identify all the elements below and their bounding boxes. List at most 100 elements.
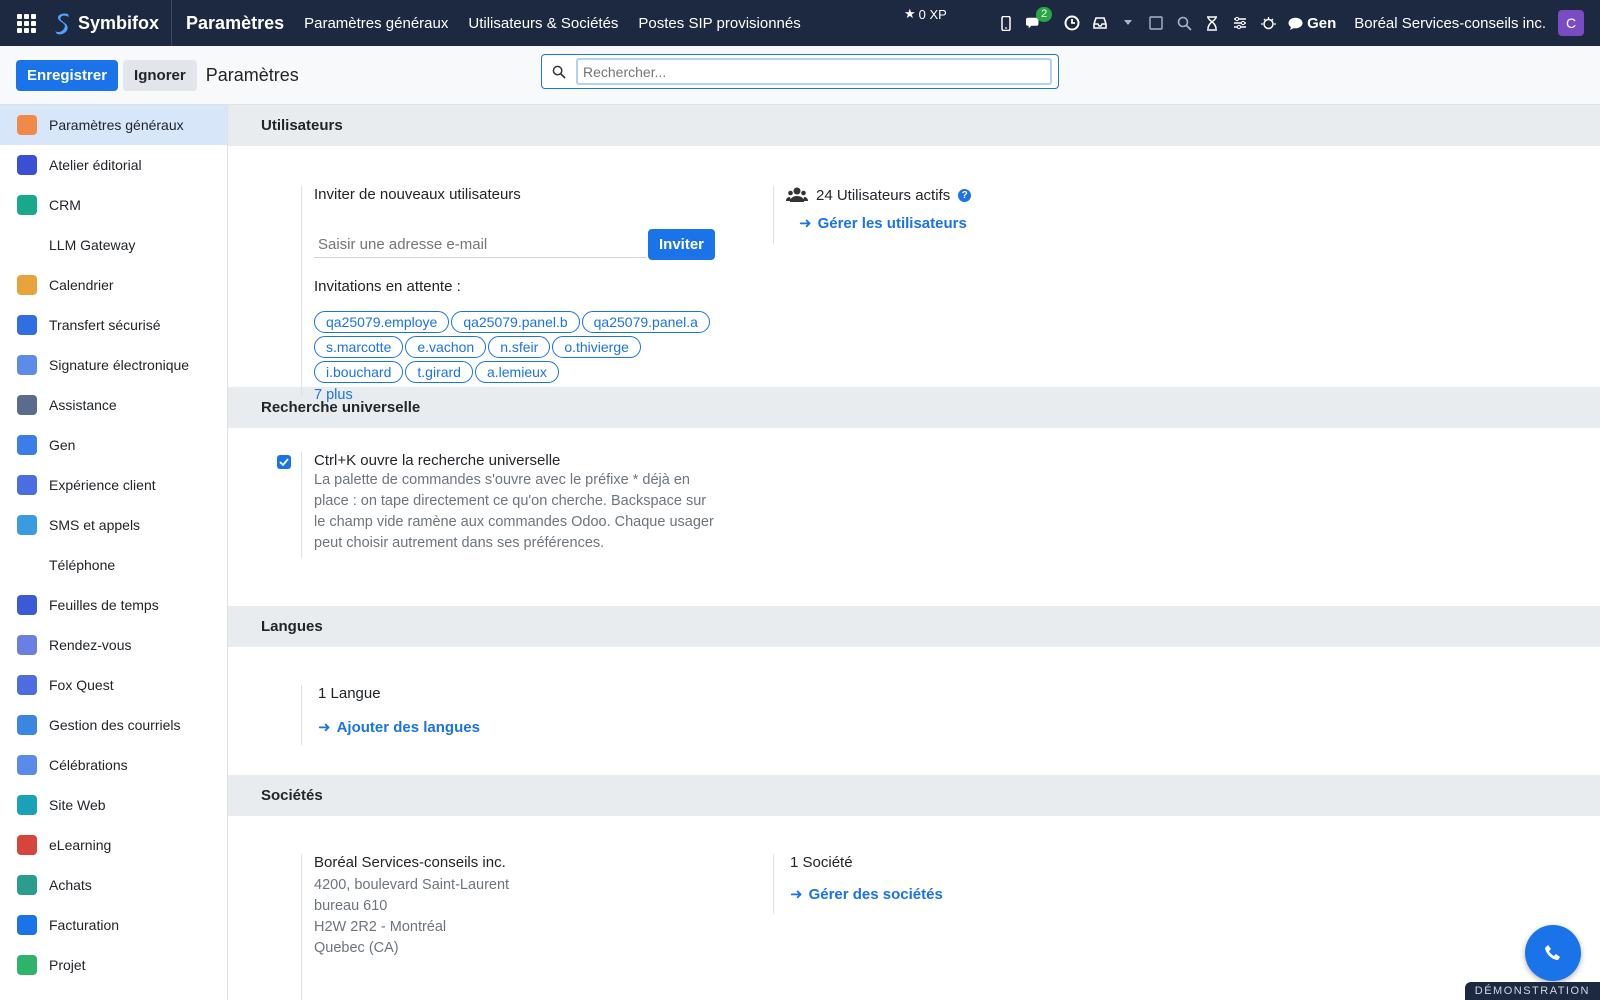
address-line: H2W 2R2 - Montréal <box>314 919 447 935</box>
timesheet-icon <box>17 595 37 615</box>
add-languages-label: Ajouter des langues <box>336 718 480 736</box>
invitation-tag[interactable]: n.sfeir <box>488 336 551 358</box>
xp-value: 0 XP <box>918 6 947 22</box>
users-icon <box>786 187 808 202</box>
sidebar-item-0[interactable]: Paramètres généraux <box>0 105 227 145</box>
sidebar-item-label: Téléphone <box>49 557 116 573</box>
sidebar-item-2[interactable]: CRM <box>0 185 227 225</box>
sidebar-item-6[interactable]: Signature électronique <box>0 345 227 385</box>
sidebar-item-20[interactable]: Facturation <box>0 905 227 945</box>
universal-search-description: La palette de commandes s'ouvre avec le … <box>314 472 714 551</box>
arrow-right-icon: ➜ <box>790 886 803 903</box>
active-users-count: 24 Utilisateurs actifs <box>816 186 951 204</box>
appointment-icon <box>17 635 37 655</box>
invitation-tag[interactable]: qa25079.panel.b <box>451 311 580 333</box>
universal-search-block: Ctrl+K ouvre la recherche universelle La… <box>301 452 721 558</box>
sidebar-item-1[interactable]: Atelier éditorial <box>0 145 227 185</box>
search-icon[interactable] <box>1176 15 1192 31</box>
breadcrumb-title: Paramètres <box>205 64 299 85</box>
sidebar-item-4[interactable]: Calendrier <box>0 265 227 305</box>
sidebar-item-9[interactable]: Expérience client <box>0 465 227 505</box>
gen-button[interactable]: Gen <box>1288 15 1336 32</box>
email-field[interactable] <box>314 231 646 258</box>
phone-call-button[interactable] <box>1525 925 1581 981</box>
languages-section: 1 Langue ➜ Ajouter des langues <box>228 647 1600 775</box>
note-icon[interactable] <box>1148 15 1164 31</box>
sidebar-item-label: Feuilles de temps <box>49 597 159 613</box>
hourglass-icon[interactable] <box>1204 15 1220 31</box>
sidebar-item-12[interactable]: Feuilles de temps <box>0 585 227 625</box>
sidebar-item-11[interactable]: Téléphone <box>0 545 227 585</box>
xp-counter[interactable]: ★ 0 XP <box>904 6 947 22</box>
elearning-icon <box>17 835 37 855</box>
menu-item-general-settings[interactable]: Paramètres généraux <box>304 15 448 32</box>
sidebar-item-16[interactable]: Célébrations <box>0 745 227 785</box>
invitation-tag[interactable]: s.marcotte <box>314 336 404 358</box>
fox-quest-icon <box>17 675 37 695</box>
company-name: Boréal Services-conseils inc. <box>314 854 506 871</box>
top-menu: Paramètres généraux Utilisateurs & Socié… <box>304 15 801 32</box>
invitation-tag[interactable]: a.lemieux <box>474 361 559 383</box>
menu-item-users-companies[interactable]: Utilisateurs & Sociétés <box>468 15 618 32</box>
project-icon <box>17 955 37 975</box>
mobile-icon[interactable] <box>998 15 1014 31</box>
clock-icon[interactable] <box>1064 15 1080 31</box>
search-section: Ctrl+K ouvre la recherche universelle La… <box>228 428 1600 606</box>
universal-search-checkbox[interactable] <box>277 455 291 469</box>
discard-button[interactable]: Ignorer <box>123 59 197 91</box>
invitation-tag[interactable]: t.girard <box>405 361 473 383</box>
brand-logo[interactable]: Symbifox <box>52 0 173 46</box>
inbox-icon[interactable] <box>1092 15 1108 31</box>
company-switcher[interactable]: Boréal Services-conseils inc. <box>1354 15 1546 32</box>
invitation-tag[interactable]: i.bouchard <box>314 361 404 383</box>
menu-item-sip-stations[interactable]: Postes SIP provisionnés <box>638 15 800 32</box>
sidebar-item-8[interactable]: Gen <box>0 425 227 465</box>
gen-icon <box>17 435 37 455</box>
save-button[interactable]: Enregistrer <box>16 59 119 91</box>
companies-section: Boréal Services-conseils inc. 4200, boul… <box>228 816 1600 1000</box>
user-avatar[interactable]: C <box>1558 10 1584 36</box>
settings-main: Utilisateurs Inviter de nouveaux utilisa… <box>228 105 1600 1000</box>
invite-button[interactable]: Inviter <box>648 229 716 260</box>
brand-name: Symbifox <box>78 12 160 33</box>
caret-down-icon[interactable] <box>1120 15 1136 31</box>
universal-search-label: Ctrl+K ouvre la recherche universelle <box>314 452 561 469</box>
sliders-icon[interactable] <box>1232 15 1248 31</box>
help-icon[interactable]: ? <box>958 188 972 202</box>
sidebar-item-18[interactable]: eLearning <box>0 825 227 865</box>
settings-app-icon <box>17 115 37 135</box>
manage-users-link[interactable]: ➜ Gérer les utilisateurs <box>799 214 1073 233</box>
manage-companies-link[interactable]: ➜ Gérer des sociétés <box>790 885 1073 904</box>
more-invitations-link[interactable]: 7 plus <box>314 387 721 403</box>
bug-icon[interactable] <box>1260 15 1276 31</box>
sidebar-item-17[interactable]: Site Web <box>0 785 227 825</box>
add-languages-link[interactable]: ➜ Ajouter des langues <box>318 718 601 737</box>
sidebar-item-10[interactable]: SMS et appels <box>0 505 227 545</box>
search-input[interactable] <box>576 58 1052 85</box>
blank-icon <box>17 235 37 255</box>
invite-users-block: Inviter de nouveaux utilisateurs Inviter… <box>301 186 721 403</box>
invitation-tag[interactable]: e.vachon <box>405 336 487 358</box>
sidebar-item-13[interactable]: Rendez-vous <box>0 625 227 665</box>
signature-icon <box>17 355 37 375</box>
messages-icon[interactable]: 2 <box>1026 7 1053 31</box>
sidebar-item-label: eLearning <box>49 837 112 853</box>
app-menu-icon[interactable] <box>0 0 52 46</box>
messages-badge: 2 <box>1036 7 1053 22</box>
invitation-tag[interactable]: qa25079.employe <box>314 311 450 333</box>
invitation-tag[interactable]: qa25079.panel.a <box>581 311 710 333</box>
app-title[interactable]: Paramètres <box>186 13 284 34</box>
sidebar-item-14[interactable]: Fox Quest <box>0 665 227 705</box>
sidebar-item-19[interactable]: Achats <box>0 865 227 905</box>
invitation-tag[interactable]: o.thivierge <box>552 336 641 358</box>
sidebar-item-3[interactable]: LLM Gateway <box>0 225 227 265</box>
section-header-companies: Sociétés <box>228 775 1600 816</box>
sidebar-item-5[interactable]: Transfert sécurisé <box>0 305 227 345</box>
sidebar-item-label: Projet <box>49 957 86 973</box>
sidebar-item-label: Fox Quest <box>49 677 114 693</box>
editorial-icon <box>17 155 37 175</box>
sidebar-item-15[interactable]: Gestion des courriels <box>0 705 227 745</box>
address-line: 4200, boulevard Saint-Laurent <box>314 877 510 893</box>
sidebar-item-21[interactable]: Projet <box>0 945 227 985</box>
sidebar-item-7[interactable]: Assistance <box>0 385 227 425</box>
